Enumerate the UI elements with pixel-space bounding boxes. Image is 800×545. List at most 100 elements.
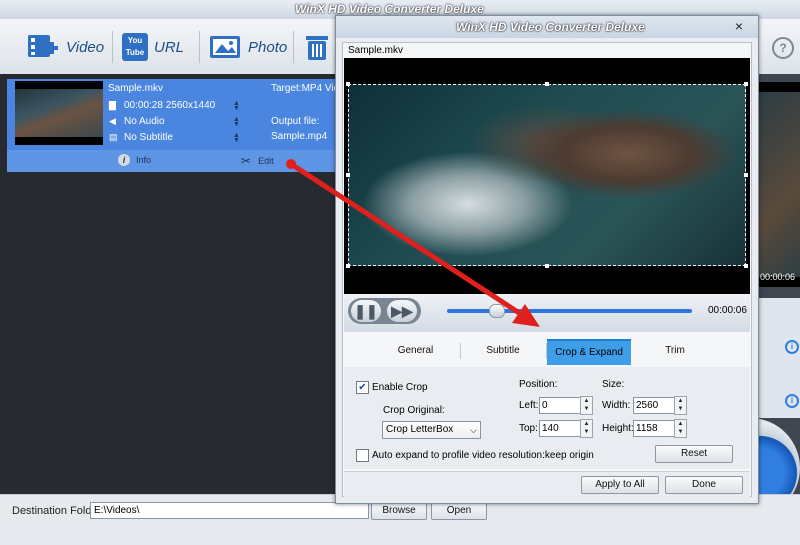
- enable-crop-label: Enable Crop: [372, 382, 428, 393]
- video-button-label: Video: [66, 38, 105, 56]
- current-time: 00:00:06: [708, 305, 747, 316]
- delete-button[interactable]: [303, 31, 331, 63]
- updown-arrow-icon[interactable]: ▲ ▼: [233, 100, 240, 112]
- fast-forward-icon: ▶▶: [391, 303, 413, 319]
- output-file-name[interactable]: Sample.mp4: [271, 131, 327, 142]
- subtitle-track-select[interactable]: No Subtitle: [124, 132, 173, 143]
- add-url-button[interactable]: You Tube URL: [122, 31, 184, 63]
- playback-timeline[interactable]: [447, 304, 692, 318]
- target-format: Target:MP4 Vide: [271, 83, 345, 94]
- width-input[interactable]: 2560: [633, 397, 675, 414]
- info-button[interactable]: i Info: [118, 154, 151, 166]
- toolbar-divider: [293, 31, 294, 63]
- crop-original-value: Crop LetterBox: [386, 424, 454, 435]
- file-list-item[interactable]: Sample.mkv ▇ 00:00:28 2560x1440 ▲ ▼ ◀ No …: [7, 79, 345, 172]
- reset-button[interactable]: Reset: [655, 445, 733, 463]
- open-button[interactable]: Open: [431, 502, 487, 520]
- main-preview-time: 00:00:06: [760, 272, 796, 282]
- output-file-label: Output file:: [271, 116, 320, 127]
- crop-original-select[interactable]: Crop LetterBox ⌵: [382, 421, 481, 439]
- photo-icon: [210, 36, 240, 58]
- browse-button[interactable]: Browse: [371, 502, 427, 520]
- updown-arrow-icon[interactable]: ▲ ▼: [233, 116, 240, 128]
- height-spinner[interactable]: ▲ ▼: [674, 419, 687, 438]
- file-actions-bar: i Info ✂ Edit: [7, 150, 335, 172]
- chevron-down-icon: ⌵: [470, 425, 477, 435]
- tab-general[interactable]: General: [371, 339, 460, 363]
- height-input[interactable]: 1158: [633, 420, 675, 437]
- auto-expand-label: Auto expand to profile video resolution:…: [372, 450, 594, 461]
- add-video-button[interactable]: Video: [26, 31, 104, 63]
- dialog-title: WinX HD Video Converter Deluxe: [456, 20, 645, 34]
- pause-button[interactable]: ❚❚: [351, 300, 381, 322]
- subtitle-icon: ▤: [109, 132, 118, 142]
- apply-to-all-button[interactable]: Apply to All: [581, 476, 659, 494]
- enable-crop-checkbox[interactable]: ✔: [356, 381, 369, 394]
- edit-label: Edit: [258, 156, 274, 166]
- dialog-title-bar[interactable]: WinX HD Video Converter Deluxe ×: [336, 16, 758, 38]
- timeline-slider-handle[interactable]: [489, 304, 505, 318]
- info-icon: i: [118, 154, 130, 166]
- audio-track-select[interactable]: No Audio: [124, 116, 165, 127]
- done-button[interactable]: Done: [665, 476, 743, 494]
- top-label: Top:: [519, 423, 538, 434]
- crop-handle[interactable]: [346, 82, 350, 86]
- tab-subtitle[interactable]: Subtitle: [461, 339, 545, 363]
- fast-forward-button[interactable]: ▶▶: [387, 300, 417, 322]
- url-button-label: URL: [154, 38, 185, 56]
- width-label: Width:: [602, 400, 631, 411]
- speaker-icon: ◀: [109, 116, 116, 126]
- checkmark-icon: ✔: [358, 382, 367, 393]
- pause-icon: ❚❚: [354, 303, 378, 319]
- crop-handle[interactable]: [545, 264, 549, 268]
- position-label: Position:: [519, 379, 558, 390]
- main-preview: [757, 82, 800, 287]
- info-icon[interactable]: i: [785, 394, 799, 408]
- edit-tabs: General Subtitle Crop & Expand Trim: [371, 339, 726, 365]
- crop-handle[interactable]: [346, 264, 350, 268]
- playback-controls: ❚❚ ▶▶ 00:00:06: [344, 294, 750, 332]
- left-input[interactable]: 0: [539, 397, 581, 414]
- crop-expand-panel: ✔ Enable Crop Crop Original: Crop Letter…: [344, 367, 750, 469]
- updown-arrow-icon[interactable]: ▲ ▼: [233, 132, 240, 144]
- tab-trim[interactable]: Trim: [633, 339, 717, 363]
- dialog-footer: Apply to All Done: [344, 471, 750, 497]
- video-preview[interactable]: [344, 58, 750, 294]
- video-thumbnail: [15, 81, 103, 145]
- source-file-name: Sample.mkv: [108, 83, 164, 94]
- destination-folder-input[interactable]: E:\Videos\: [90, 502, 369, 519]
- duration-resolution: 00:00:28 2560x1440: [124, 100, 216, 111]
- main-settings-panel: i i: [757, 298, 800, 418]
- youtube-icon: You Tube: [122, 33, 148, 61]
- crop-original-label: Crop Original:: [383, 405, 445, 416]
- crop-rectangle[interactable]: [346, 82, 748, 268]
- auto-expand-checkbox[interactable]: [356, 449, 369, 462]
- info-label: Info: [136, 155, 152, 165]
- crop-handle[interactable]: [744, 173, 748, 177]
- crop-handle[interactable]: [346, 173, 350, 177]
- toolbar-divider: [199, 31, 200, 63]
- left-label: Left:: [519, 400, 539, 411]
- crop-handle[interactable]: [545, 82, 549, 86]
- preview-file-name: Sample.mkv: [348, 45, 404, 56]
- close-icon[interactable]: ×: [731, 18, 747, 34]
- info-icon[interactable]: i: [785, 340, 799, 354]
- help-icon[interactable]: ?: [772, 37, 794, 59]
- width-spinner[interactable]: ▲ ▼: [674, 396, 687, 415]
- edit-dialog: WinX HD Video Converter Deluxe × Sample.…: [335, 15, 759, 504]
- edit-button[interactable]: ✂ Edit: [241, 154, 274, 168]
- left-spinner[interactable]: ▲ ▼: [580, 396, 593, 415]
- top-input[interactable]: 140: [539, 420, 581, 437]
- crop-handle[interactable]: [744, 264, 748, 268]
- clapper-icon: ▇: [109, 100, 116, 110]
- playback-button-group: ❚❚ ▶▶: [348, 298, 421, 324]
- toolbar-divider: [112, 31, 113, 63]
- top-spinner[interactable]: ▲ ▼: [580, 419, 593, 438]
- dialog-content: Sample.mkv ❚❚ ▶▶ 00:00:06 General Subtit…: [342, 42, 752, 497]
- photo-button-label: Photo: [248, 38, 288, 56]
- trash-icon: [306, 36, 328, 60]
- height-label: Height:: [602, 423, 634, 434]
- tab-crop-expand[interactable]: Crop & Expand: [547, 339, 631, 365]
- crop-handle[interactable]: [744, 82, 748, 86]
- add-photo-button[interactable]: Photo: [208, 31, 287, 63]
